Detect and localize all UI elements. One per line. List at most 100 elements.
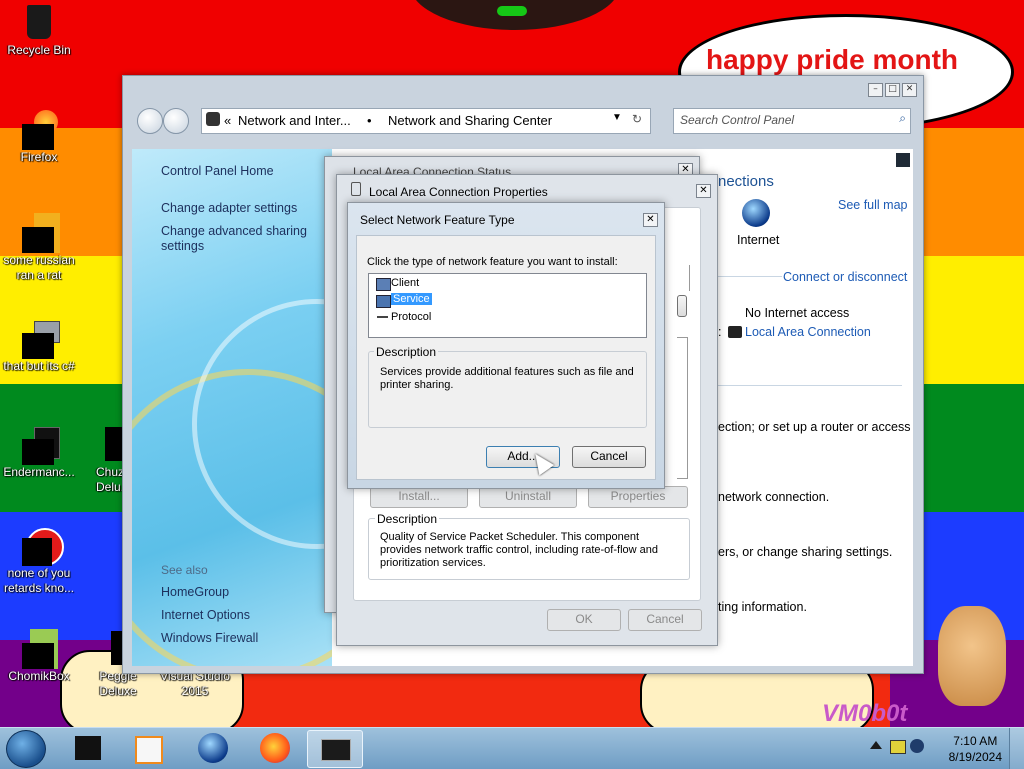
taskbar-network-globe[interactable] [186,731,240,765]
maximize-button[interactable]: □ [885,83,900,97]
desktop-icon-label: Firefox [20,150,58,164]
network-adapter-icon [728,326,742,338]
app-icon [22,213,60,253]
desktop-icon-label: Endermanc... [3,465,75,479]
show-hidden-icons-icon[interactable] [870,741,882,749]
network-tray-icon[interactable] [910,739,924,753]
components-list-box[interactable] [677,337,688,479]
breadcrumb-separator: • [367,113,372,128]
search-icon[interactable]: ⌕ [899,111,906,126]
sharing-settings-text: ers, or change sharing settings. [718,545,893,559]
breadcrumb-parent[interactable]: Network and Inter... [238,113,351,128]
start-button[interactable] [6,730,46,768]
desktop-icon-some-russian[interactable]: some russian ran a rat [1,213,77,283]
refresh-icon[interactable]: ↻ [632,112,642,126]
windows-firewall-link[interactable]: Windows Firewall [161,631,258,646]
firefox-icon [22,110,58,150]
window-caption-buttons: – □ ✕ [868,83,917,97]
dialog-title-bar: Local Area Connection Properties ✕ [337,175,717,201]
minimize-button[interactable]: – [868,83,883,97]
media-player-icon [135,736,163,764]
ok-button[interactable]: OK [547,609,621,631]
connect-or-disconnect-link[interactable]: Connect or disconnect [783,270,907,284]
taskbar-app-dark-box[interactable] [60,731,114,765]
back-button[interactable] [137,108,163,134]
taskbar-firefox[interactable] [248,731,302,765]
taskbar-clock[interactable]: 7:10 AM 8/19/2024 [949,733,1002,765]
description-label: Description [374,345,439,359]
desktop-icon-label: ChomikBox [8,669,70,683]
breadcrumb-chevron[interactable]: « [224,113,231,128]
desktop-icon-label: none of you retards kno... [3,566,75,595]
close-button[interactable]: ✕ [902,83,917,97]
description-label: Description [375,512,440,526]
desktop-icon-none-of-you[interactable]: none of you retards kno... [1,528,77,596]
address-bar[interactable]: « Network and Inter... • Network and Sha… [201,108,651,134]
divider [718,276,782,277]
client-icon [376,278,391,291]
taskbar-control-panel-active[interactable] [307,730,363,768]
connections-colon: : [718,325,722,339]
router-setup-text: ection; or set up a router or access [718,420,911,434]
left-task-pane: Control Panel Home Change adapter settin… [132,149,332,666]
configure-button-edge[interactable] [677,295,687,317]
install-button[interactable]: Install... [370,486,468,508]
homegroup-link[interactable]: HomeGroup [161,585,229,600]
internet-label: Internet [737,233,780,247]
list-item-service[interactable]: Service [374,293,464,308]
desktop-icon-endermanch[interactable]: Endermanc... [1,427,77,480]
search-control-panel-input[interactable]: Search Control Panel ⌕ [673,108,911,134]
desktop-icon-label: some russian ran a rat [3,253,75,282]
close-button[interactable]: ✕ [696,184,711,198]
forward-button[interactable] [163,108,189,134]
windows-stack-icon [22,321,60,359]
taskbar: 7:10 AM 8/19/2024 [0,727,1024,769]
local-area-connection-link[interactable]: Local Area Connection [745,325,871,339]
taskbar-media-player[interactable] [120,731,174,765]
dropdown-arrow-icon[interactable]: ▼ [612,112,622,123]
list-item-label: Protocol [391,311,432,323]
clock-date: 8/19/2024 [948,750,1002,764]
show-desktop-button[interactable] [1009,728,1024,769]
hamster-image [938,606,1006,706]
desktop-icon-that-but-csharp[interactable]: that but its c# [1,321,77,374]
instruction-text: Click the type of network feature you wa… [367,256,618,268]
uninstall-button[interactable]: Uninstall [479,486,577,508]
app-icon [22,528,64,566]
desktop-icon-firefox[interactable]: Firefox [1,110,77,165]
clock-time: 7:10 AM [953,734,998,748]
cancel-button[interactable]: Cancel [572,446,646,468]
internet-options-link[interactable]: Internet Options [161,608,250,623]
close-button[interactable]: ✕ [643,213,658,227]
service-icon [376,295,391,308]
app-icon [75,736,101,760]
speech-bubble-text: happy pride month [706,44,958,75]
control-panel-home-link[interactable]: Control Panel Home [161,164,274,179]
description-text: Services provide additional features suc… [380,366,634,391]
description-text: Quality of Service Packet Scheduler. Thi… [380,531,658,569]
action-center-icon[interactable] [890,740,906,754]
dialog-title: Select Network Feature Type [360,213,515,227]
help-icon[interactable] [896,153,910,167]
network-icon [351,182,361,196]
protocol-icon [377,316,388,318]
list-item-client[interactable]: Client [374,276,464,291]
breadcrumb-current[interactable]: Network and Sharing Center [388,113,552,128]
cancel-button[interactable]: Cancel [628,609,702,631]
desktop-icon-recycle-bin[interactable]: Recycle Bin [1,5,77,58]
select-network-feature-type-dialog: Select Network Feature Type ✕ Click the … [347,202,665,489]
desktop-icon-label: Recycle Bin [7,43,71,57]
list-item-protocol[interactable]: Protocol [374,310,464,325]
change-adapter-settings-link[interactable]: Change adapter settings [161,201,297,216]
see-full-map-link[interactable]: See full map [838,198,907,212]
desktop-icon-chomikbox[interactable]: ChomikBox [1,629,77,684]
search-placeholder: Search Control Panel [680,113,795,127]
connections-heading: nections [718,173,774,190]
network-connection-text: network connection. [718,490,830,504]
cartoon-eyes [497,6,527,16]
change-advanced-sharing-link[interactable]: Change advanced sharing settings [161,224,311,254]
list-item-label: Service [391,293,432,305]
properties-button[interactable]: Properties [588,486,688,508]
app-icon [22,427,60,465]
firefox-icon [260,733,290,763]
